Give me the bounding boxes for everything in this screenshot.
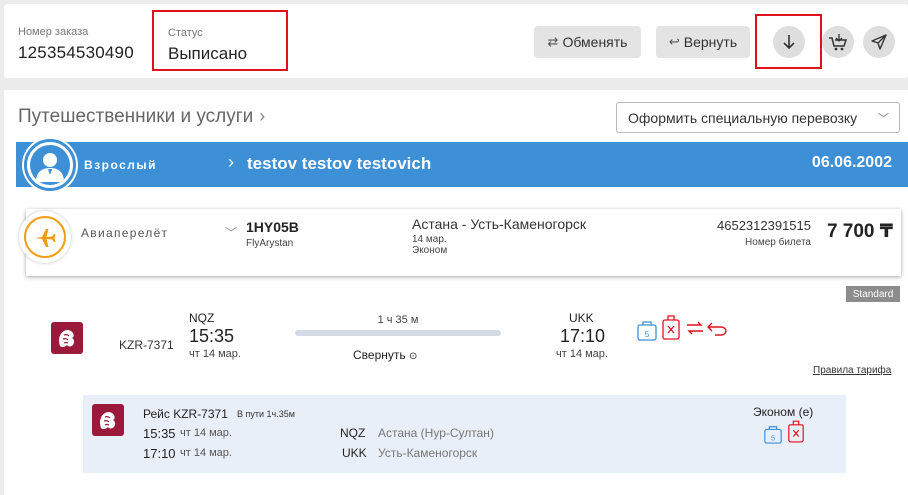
detail-flight-title: Рейс KZR-7371 [143,407,228,421]
collapse-label: Свернуть [353,348,406,362]
departure-time: 15:35 [189,326,235,346]
detail-arrival-code: UKK [342,446,367,460]
adult-person-icon [36,153,64,182]
ticket-number: 4652312391515 [717,218,811,233]
order-number-label: Номер заказа [18,26,89,38]
status-label: Статус [168,27,203,39]
svg-text:5: 5 [771,433,775,442]
detail-arrival-city: Усть-Каменогорск [378,446,478,460]
arrival-code: UKK [569,311,594,325]
tariff-rules-link[interactable]: Правила тарифа [813,365,891,376]
flight-detail-panel: Рейс KZR-7371 В пути 1ч.35м 15:35 чт 14 … [83,395,846,473]
detail-fare-class: Эконом (е) [753,405,814,419]
chevron-right-icon: › [259,106,266,126]
arrival-time: 17:10 [560,326,606,346]
booking-pnr: 1HY05B [246,219,299,235]
exchange-icon: ⇄ [547,34,559,49]
status-value: Выписано [168,44,248,63]
return-icon: ↩ [668,34,680,49]
exchange-button[interactable]: ⇄ Обменять [534,26,641,58]
chevron-down-icon[interactable]: ﹀ [225,224,237,241]
lion-logo-icon [100,411,116,430]
refund-label: Вернуть [683,34,738,50]
airline-logo [51,322,83,354]
passenger-name: testov testov testovich [247,154,432,173]
duration-bar [295,330,501,336]
detail-departure-code: NQZ [340,426,366,440]
send-button[interactable] [863,26,895,58]
detail-arrival-date: чт 14 мар. [180,447,232,459]
hand-baggage-icon: 5 [764,426,782,444]
svg-text:5: 5 [645,330,650,339]
hand-baggage-icon: 5 [637,321,657,341]
flight-number: KZR-7371 [119,338,174,352]
passenger-avatar [24,139,76,191]
route-date: 14 мар. [412,234,447,245]
detail-arrival-time: 17:10 [143,446,176,461]
order-number-block: Номер заказа 125354530490 [18,26,134,63]
basket-icon [829,34,848,51]
chevron-up-circle-icon: ⊙ [408,351,418,362]
passenger-dob: 06.06.2002 [811,154,892,171]
section-title-text: Путешественники и услуги [18,106,254,127]
flight-service-badge [19,211,71,263]
lion-logo-icon [59,329,75,348]
basket-button[interactable] [822,26,854,58]
service-type: Авиаперелёт [81,226,169,240]
detail-departure-city: Астана (Нур-Султан) [378,426,494,440]
special-transport-select[interactable]: Оформить специальную перевозку ﹀ [616,102,900,133]
airline-name: FlyArystan [246,238,294,249]
special-transport-label: Оформить специальную перевозку [628,109,858,126]
order-header: Номер заказа 125354530490 Статус Выписан… [4,4,908,78]
refund-button[interactable]: ↩ Вернуть [656,26,750,58]
status-block: Статус Выписано [152,10,288,71]
chevron-down-icon: ﹀ [878,113,889,125]
price: 7 700 ₸ [826,221,893,242]
departure-code: NQZ [189,311,215,325]
refund-not-allowed-icon [707,322,727,336]
arrival-date: чт 14 мар. [556,348,608,360]
passenger-bar[interactable]: Взрослый › testov testov testovich 06.06… [16,139,908,191]
ticket-number-label: Номер билета [745,237,811,248]
airline-logo [92,404,124,436]
airplane-icon [35,229,56,247]
download-button[interactable] [773,26,805,58]
route-class: Эконом [412,245,448,256]
flight-duration: 1 ч 35 м [377,314,419,326]
route: Астана - Усть-Каменогорск [412,216,587,232]
checked-baggage-none-icon [662,315,680,340]
detail-transit-time: В пути 1ч.35м [237,409,295,419]
flight-service-card[interactable]: Авиаперелёт ﹀ 1HY05B FlyArystan Астана -… [19,209,901,276]
send-icon [871,34,887,50]
download-arrow-icon [783,35,795,50]
departure-date: чт 14 мар. [189,348,241,360]
section-title[interactable]: Путешественники и услуги › [18,106,265,128]
passenger-type: Взрослый [84,158,158,172]
exchange-not-allowed-icon [687,321,703,335]
order-number: 125354530490 [18,43,134,62]
detail-departure-time: 15:35 [143,426,176,441]
travellers-panel: Путешественники и услуги › Оформить специ… [4,90,908,495]
collapse-link[interactable]: Свернуть ⊙ [353,348,417,362]
checked-baggage-none-icon [788,420,804,443]
detail-departure-date: чт 14 мар. [180,427,232,439]
tariff-badge: Standard [846,286,900,302]
chevron-right-icon: › [228,152,234,172]
exchange-label: Обменять [562,34,628,50]
